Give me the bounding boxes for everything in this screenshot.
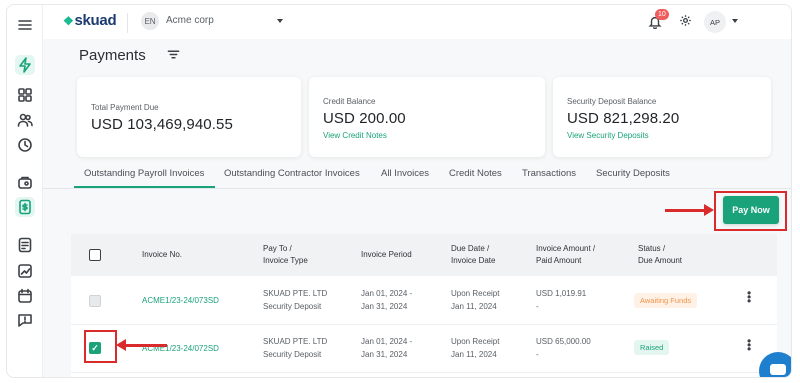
amount-cell: USD 65,000.00 -: [536, 335, 591, 361]
tab-credit-notes[interactable]: Credit Notes: [449, 168, 502, 179]
card-amount: USD 103,469,940.55: [91, 116, 233, 133]
invoices-table: Invoice No. Pay To / Invoice Type Invoice…: [71, 234, 777, 377]
logo-text: skuad: [74, 12, 117, 29]
user-menu-caret-icon[interactable]: [732, 19, 738, 23]
left-nav-rail: [7, 5, 43, 377]
tabs-divider: [43, 188, 791, 189]
view-security-deposits-link[interactable]: View Security Deposits: [567, 131, 649, 140]
chat-bubble-icon: [770, 364, 786, 375]
dashboard-icon[interactable]: [15, 85, 35, 105]
table-row[interactable]: ✓ ACME1/23-24/072SD SKUAD PTE. LTD Securi…: [71, 325, 777, 373]
header-due-line2: Invoice Date: [451, 256, 496, 265]
pay-now-button[interactable]: Pay Now: [723, 196, 779, 224]
invoice-tabs: Outstanding Payroll Invoices Outstanding…: [43, 159, 791, 189]
period-cell: Jan 01, 2024 - Jan 31, 2024: [361, 287, 412, 313]
header-pay-to: Pay To / Invoice Type: [263, 243, 308, 267]
tab-transactions[interactable]: Transactions: [522, 168, 576, 179]
pay-to: SKUAD PTE. LTD: [263, 337, 328, 346]
header-invoice-no: Invoice No.: [142, 250, 183, 259]
paid-amount: -: [536, 302, 539, 311]
invoice-amount: USD 65,000.00: [536, 337, 591, 346]
checkbox-highlight-box: [84, 330, 117, 363]
card-amount: USD 821,298.20: [567, 110, 680, 127]
org-dropdown-caret-icon[interactable]: [277, 19, 283, 23]
logo-mark-icon: ❖: [63, 14, 74, 28]
invoice-number-link[interactable]: ACME1/23-24/073SD: [142, 294, 219, 307]
people-icon[interactable]: [15, 110, 35, 130]
header-invoice-amount: Invoice Amount / Paid Amount: [536, 243, 595, 267]
table-header: Invoice No. Pay To / Invoice Type Invoice…: [71, 234, 777, 276]
card-label: Total Payment Due: [91, 103, 159, 112]
menu-icon[interactable]: [15, 15, 35, 35]
header-amount-line1: Invoice Amount /: [536, 244, 596, 253]
security-deposit-card: Security Deposit Balance USD 821,298.20 …: [553, 77, 771, 157]
header-status-line2: Due Amount: [638, 256, 683, 265]
payroll-icon[interactable]: [15, 173, 35, 193]
invoice-date: Jan 11, 2024: [451, 302, 497, 311]
tab-outstanding-payroll-invoices[interactable]: Outstanding Payroll Invoices: [84, 168, 204, 179]
header-due-line1: Due Date /: [451, 244, 490, 253]
support-icon[interactable]: [15, 310, 35, 330]
header-due-date: Due Date / Invoice Date: [451, 243, 495, 267]
tab-security-deposits[interactable]: Security Deposits: [596, 168, 670, 179]
header-status-line1: Status /: [638, 244, 666, 253]
paid-amount: -: [536, 350, 539, 359]
calendar-icon[interactable]: [15, 286, 35, 306]
period-end: Jan 31, 2024: [361, 350, 408, 359]
tab-all-invoices[interactable]: All Invoices: [381, 168, 429, 179]
status-badge: Awaiting Funds: [634, 293, 698, 308]
tab-outstanding-contractor-invoices[interactable]: Outstanding Contractor Invoices: [224, 168, 360, 179]
status-badge: Raised: [634, 340, 670, 355]
org-avatar[interactable]: EN: [141, 12, 159, 30]
filter-icon[interactable]: [167, 48, 181, 62]
header-pay-to-line2: Invoice Type: [263, 256, 308, 265]
annotation-arrow-checkbox: [116, 339, 167, 351]
card-amount: USD 200.00: [323, 110, 406, 127]
app-window: ❖skuad EN Acme corp 10 AP Payments Total…: [6, 4, 792, 378]
gear-icon[interactable]: [679, 14, 695, 30]
invoice-date: Jan 11, 2024: [451, 350, 497, 359]
due-date: Upon Receipt: [451, 289, 500, 298]
card-label: Credit Balance: [323, 97, 376, 106]
user-avatar[interactable]: AP: [704, 11, 726, 33]
select-all-checkbox[interactable]: [89, 249, 101, 261]
notification-badge: 10: [655, 9, 669, 20]
skuad-logo[interactable]: ❖skuad: [63, 12, 117, 29]
amount-cell: USD 1,019.91 -: [536, 287, 586, 313]
credit-balance-card: Credit Balance USD 200.00 View Credit No…: [309, 77, 545, 157]
payments-icon[interactable]: [15, 197, 35, 217]
reports-icon[interactable]: [15, 261, 35, 281]
period-cell: Jan 01, 2024 - Jan 31, 2024: [361, 335, 412, 361]
pay-to: SKUAD PTE. LTD: [263, 289, 328, 298]
row-checkbox: [89, 295, 101, 307]
card-label: Security Deposit Balance: [567, 97, 657, 106]
page-title: Payments: [79, 47, 146, 64]
period-end: Jan 31, 2024: [361, 302, 408, 311]
row-more-options-icon[interactable]: • • •: [747, 335, 751, 355]
header-divider: [127, 13, 128, 33]
header-status: Status / Due Amount: [638, 243, 682, 267]
invoice-type: Security Deposit: [263, 350, 322, 359]
annotation-arrow-pay-now: [665, 204, 714, 216]
due-date-cell: Upon Receipt Jan 11, 2024: [451, 287, 499, 313]
org-name[interactable]: Acme corp: [166, 15, 214, 26]
header-pay-to-line1: Pay To /: [263, 244, 292, 253]
quick-actions-icon[interactable]: [15, 55, 35, 75]
total-payment-due-card: Total Payment Due USD 103,469,940.55: [77, 77, 301, 157]
time-off-icon[interactable]: [15, 135, 35, 155]
period-start: Jan 01, 2024 -: [361, 289, 413, 298]
pay-to-cell: SKUAD PTE. LTD Security Deposit: [263, 335, 327, 361]
pay-to-cell: SKUAD PTE. LTD Security Deposit: [263, 287, 327, 313]
invoice-type: Security Deposit: [263, 302, 322, 311]
period-start: Jan 01, 2024 -: [361, 337, 413, 346]
header-amount-line2: Paid Amount: [536, 256, 582, 265]
invoice-amount: USD 1,019.91: [536, 289, 587, 298]
documents-icon[interactable]: [15, 235, 35, 255]
due-date: Upon Receipt: [451, 337, 500, 346]
view-credit-notes-link[interactable]: View Credit Notes: [323, 131, 387, 140]
row-more-options-icon[interactable]: • • •: [747, 287, 751, 307]
table-row[interactable]: ACME1/23-24/073SD SKUAD PTE. LTD Security…: [71, 277, 777, 325]
header-invoice-period: Invoice Period: [361, 250, 412, 259]
due-date-cell: Upon Receipt Jan 11, 2024: [451, 335, 499, 361]
